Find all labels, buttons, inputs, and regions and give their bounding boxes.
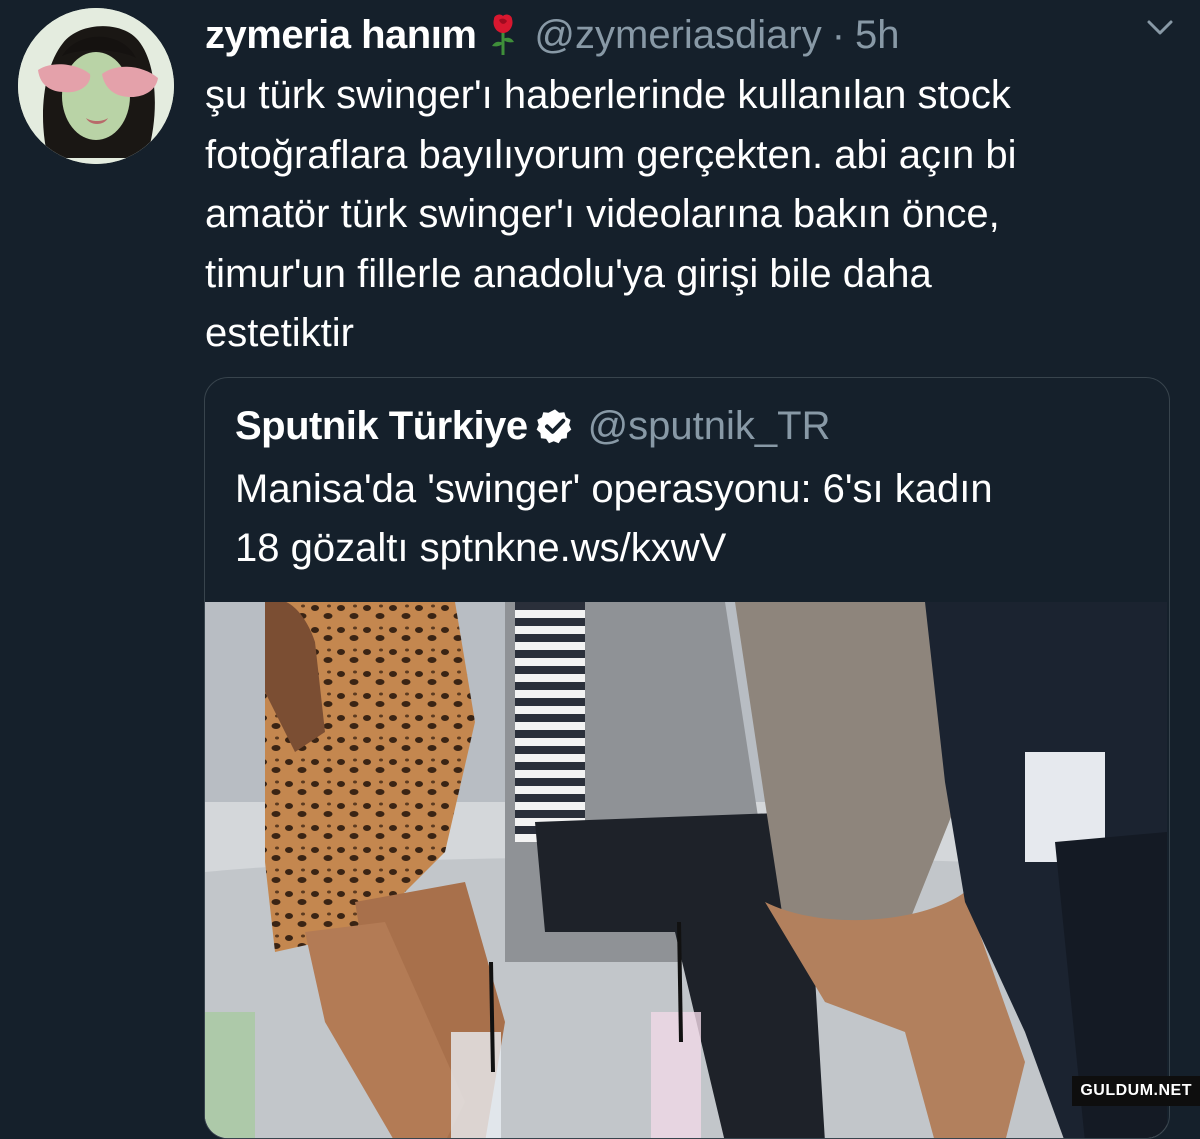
- tweet-text: şu türk swinger'ı haberlerinde kullanıla…: [205, 66, 1165, 364]
- watermark: GULDUM.NET: [1072, 1076, 1200, 1106]
- quoted-tweet-photo[interactable]: [205, 602, 1167, 1138]
- tweet-text-line: fotoğraflara bayılıyorum gerçekten. abi …: [205, 132, 1017, 177]
- avatar-image: [18, 8, 174, 164]
- tweet-text-line: şu türk swinger'ı haberlerinde kullanıla…: [205, 73, 1011, 117]
- separator-dot: ·: [831, 12, 846, 57]
- tweet-text-line: estetiktir: [205, 311, 354, 355]
- quoted-tweet-header: Sputnik Türkiye @sputnik_TR: [235, 400, 830, 452]
- quoted-display-name: Sputnik Türkiye: [235, 403, 528, 448]
- tweet-text-line: timur'un fillerle anadolu'ya girişi bile…: [205, 251, 932, 296]
- timestamp[interactable]: 5h: [855, 13, 900, 58]
- tweet-header: zymeria hanım @zymeriasdiary · 5h: [205, 10, 900, 60]
- verified-badge-icon: [536, 407, 574, 445]
- quoted-text-line: Manisa'da 'swinger' operasyonu: 6'sı kad…: [235, 467, 993, 511]
- quoted-tweet-text: Manisa'da 'swinger' operasyonu: 6'sı kad…: [235, 460, 1135, 578]
- tweet-text-line: amatör türk swinger'ı videolarına bakın …: [205, 192, 1000, 236]
- chevron-down-icon[interactable]: [1146, 18, 1174, 38]
- quoted-handle: @sputnik_TR: [587, 403, 831, 448]
- avatar[interactable]: [18, 8, 174, 164]
- quoted-text-line[interactable]: 18 gözaltı sptnkne.ws/kxwV: [235, 519, 1135, 578]
- rose-icon: [488, 13, 518, 57]
- display-name[interactable]: zymeria hanım: [205, 13, 477, 58]
- quoted-tweet-card[interactable]: Sputnik Türkiye @sputnik_TR Manisa'da 's…: [204, 377, 1170, 1139]
- user-handle[interactable]: @zymeriasdiary: [534, 13, 821, 58]
